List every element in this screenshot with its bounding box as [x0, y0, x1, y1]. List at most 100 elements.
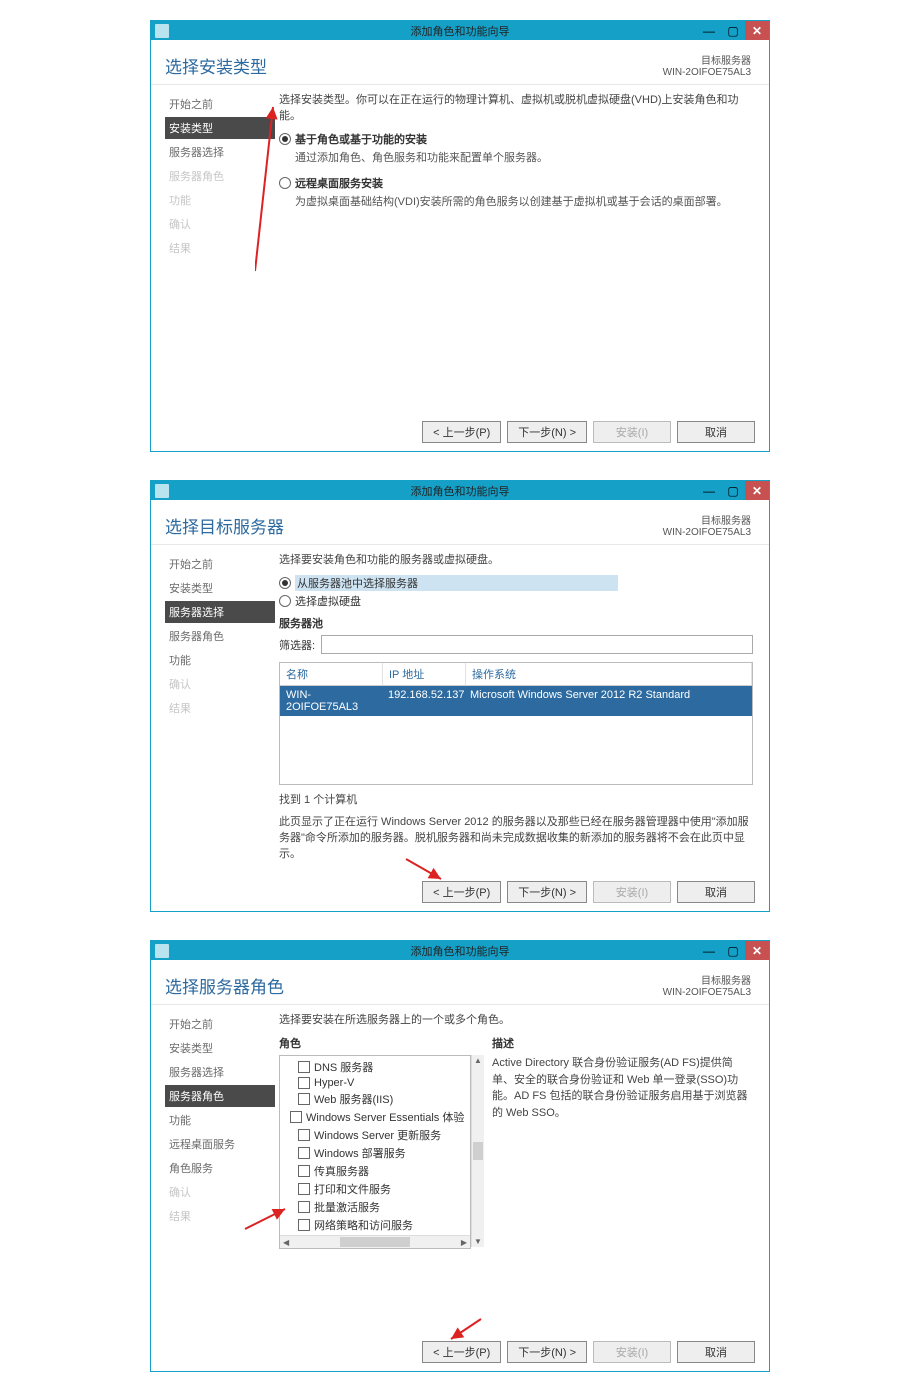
- checkbox-icon[interactable]: [298, 1129, 310, 1141]
- server-pool-label: 服务器池: [279, 615, 753, 631]
- role-item[interactable]: 批量激活服务: [280, 1198, 470, 1216]
- annotation-arrow-icon: [401, 857, 461, 885]
- table-row[interactable]: WIN-2OIFOE75AL3 192.168.52.137 Microsoft…: [280, 686, 752, 716]
- minimize-button[interactable]: —: [697, 941, 721, 960]
- nav-sidebar: 开始之前 安装类型 服务器选择 服务器角色 功能 远程桌面服务 角色服务 确认 …: [151, 1005, 275, 1335]
- scroll-thumb[interactable]: [473, 1142, 483, 1160]
- role-item[interactable]: Windows 部署服务: [280, 1144, 470, 1162]
- nav-features[interactable]: 功能: [165, 1109, 275, 1131]
- previous-button[interactable]: < 上一步(P): [422, 421, 501, 443]
- scroll-up-icon[interactable]: ▲: [473, 1055, 483, 1066]
- cancel-button[interactable]: 取消: [677, 881, 755, 903]
- close-button[interactable]: ✕: [745, 481, 769, 500]
- checkbox-icon[interactable]: [290, 1111, 302, 1123]
- target-server-info: 目标服务器 WIN-2OIFOE75AL3: [663, 512, 751, 538]
- role-description: Active Directory 联合身份验证服务(AD FS)提供简单、安全的…: [492, 1055, 753, 1121]
- close-button[interactable]: ✕: [745, 21, 769, 40]
- maximize-button[interactable]: ▢: [721, 21, 745, 40]
- minimize-button[interactable]: —: [697, 481, 721, 500]
- nav-confirmation: 确认: [165, 1181, 275, 1203]
- target-server-info: 目标服务器 WIN-2OIFOE75AL3: [663, 972, 751, 998]
- col-name[interactable]: 名称: [280, 663, 383, 685]
- nav-results: 结果: [165, 697, 275, 719]
- nav-features[interactable]: 功能: [165, 649, 275, 671]
- page-description: 选择要安装在所选服务器上的一个或多个角色。: [279, 1005, 753, 1035]
- checkbox-icon[interactable]: [298, 1147, 310, 1159]
- annotation-arrow-icon: [243, 1203, 303, 1233]
- nav-sidebar: 开始之前 安装类型 服务器选择 服务器角色 功能 确认 结果: [151, 545, 275, 875]
- role-item[interactable]: Windows Server 更新服务: [280, 1126, 470, 1144]
- wizard-window-1: 添加角色和功能向导 — ▢ ✕ 选择安装类型 目标服务器 WIN-2OIFOE7…: [150, 20, 770, 452]
- filter-input[interactable]: [321, 635, 753, 654]
- checkbox-icon[interactable]: [298, 1183, 310, 1195]
- page-description: 选择要安装角色和功能的服务器或虚拟硬盘。: [279, 545, 753, 575]
- result-count: 找到 1 个计算机: [279, 791, 753, 807]
- close-button[interactable]: ✕: [745, 941, 769, 960]
- maximize-button[interactable]: ▢: [721, 481, 745, 500]
- role-item[interactable]: Windows Server Essentials 体验: [280, 1108, 470, 1126]
- checkbox-icon[interactable]: [298, 1165, 310, 1177]
- horizontal-scrollbar[interactable]: ◀ ▶: [280, 1235, 470, 1248]
- col-os[interactable]: 操作系统: [466, 663, 752, 685]
- nav-server-selection[interactable]: 服务器选择: [165, 601, 275, 623]
- cancel-button[interactable]: 取消: [677, 421, 755, 443]
- nav-before-you-begin[interactable]: 开始之前: [165, 553, 275, 575]
- option-server-pool[interactable]: 从服务器池中选择服务器: [279, 575, 753, 591]
- role-item[interactable]: 网络策略和访问服务: [280, 1216, 470, 1234]
- server-table[interactable]: 名称 IP 地址 操作系统 WIN-2OIFOE75AL3 192.168.52…: [279, 662, 753, 785]
- nav-installation-type[interactable]: 安装类型: [165, 577, 275, 599]
- scroll-left-icon[interactable]: ◀: [282, 1237, 290, 1248]
- target-server-info: 目标服务器 WIN-2OIFOE75AL3: [663, 52, 751, 78]
- checkbox-icon[interactable]: [298, 1077, 310, 1089]
- filter-label: 筛选器:: [279, 637, 315, 653]
- nav-before-you-begin[interactable]: 开始之前: [165, 1013, 275, 1035]
- window-title: 添加角色和功能向导: [411, 943, 510, 959]
- app-icon: [155, 484, 169, 498]
- checkbox-icon[interactable]: [298, 1061, 310, 1073]
- role-item[interactable]: 打印和文件服务: [280, 1180, 470, 1198]
- nav-rds[interactable]: 远程桌面服务: [165, 1133, 275, 1155]
- role-item-file-storage[interactable]: ▷文件和存储服务 (1 个已安装 , 共 12 个): [280, 1234, 470, 1235]
- role-item[interactable]: Hyper-V: [280, 1076, 470, 1090]
- nav-server-selection[interactable]: 服务器选择: [165, 1061, 275, 1083]
- page-title: 选择安装类型: [165, 53, 267, 78]
- checkbox-icon[interactable]: [298, 1093, 310, 1105]
- nav-confirmation: 确认: [165, 673, 275, 695]
- role-item[interactable]: Web 服务器(IIS): [280, 1090, 470, 1108]
- scroll-down-icon[interactable]: ▼: [473, 1236, 483, 1247]
- description-header: 描述: [492, 1035, 753, 1051]
- nav-server-roles[interactable]: 服务器角色: [165, 625, 275, 647]
- option-vhd[interactable]: 选择虚拟硬盘: [279, 593, 753, 609]
- titlebar[interactable]: 添加角色和功能向导 — ▢ ✕: [151, 941, 769, 960]
- window-title: 添加角色和功能向导: [411, 23, 510, 39]
- maximize-button[interactable]: ▢: [721, 941, 745, 960]
- nav-server-roles[interactable]: 服务器角色: [165, 1085, 275, 1107]
- cancel-button[interactable]: 取消: [677, 1341, 755, 1363]
- roles-listbox[interactable]: DNS 服务器 Hyper-V Web 服务器(IIS) Windows Ser…: [279, 1055, 471, 1249]
- annotation-arrow-icon: [441, 1317, 491, 1345]
- next-button[interactable]: 下一步(N) >: [507, 881, 587, 903]
- app-icon: [155, 944, 169, 958]
- titlebar[interactable]: 添加角色和功能向导 — ▢ ✕: [151, 21, 769, 40]
- page-footnote: 此页显示了正在运行 Windows Server 2012 的服务器以及那些已经…: [279, 813, 753, 861]
- nav-role-services[interactable]: 角色服务: [165, 1157, 275, 1179]
- next-button[interactable]: 下一步(N) >: [507, 1341, 587, 1363]
- table-empty-area: [280, 716, 752, 784]
- radio-icon: [279, 595, 291, 607]
- role-item[interactable]: DNS 服务器: [280, 1058, 470, 1076]
- role-item[interactable]: 传真服务器: [280, 1162, 470, 1180]
- scroll-right-icon[interactable]: ▶: [460, 1237, 468, 1248]
- app-icon: [155, 24, 169, 38]
- nav-installation-type[interactable]: 安装类型: [165, 1037, 275, 1059]
- roles-header: 角色: [279, 1035, 484, 1051]
- install-button: 安装(I): [593, 881, 671, 903]
- install-button: 安装(I): [593, 1341, 671, 1363]
- vertical-scrollbar[interactable]: ▲ ▼: [471, 1055, 484, 1247]
- next-button[interactable]: 下一步(N) >: [507, 421, 587, 443]
- titlebar[interactable]: 添加角色和功能向导 — ▢ ✕: [151, 481, 769, 500]
- radio-icon: [279, 577, 291, 589]
- col-ip[interactable]: IP 地址: [383, 663, 466, 685]
- scroll-thumb[interactable]: [340, 1237, 410, 1247]
- install-button: 安装(I): [593, 421, 671, 443]
- minimize-button[interactable]: —: [697, 21, 721, 40]
